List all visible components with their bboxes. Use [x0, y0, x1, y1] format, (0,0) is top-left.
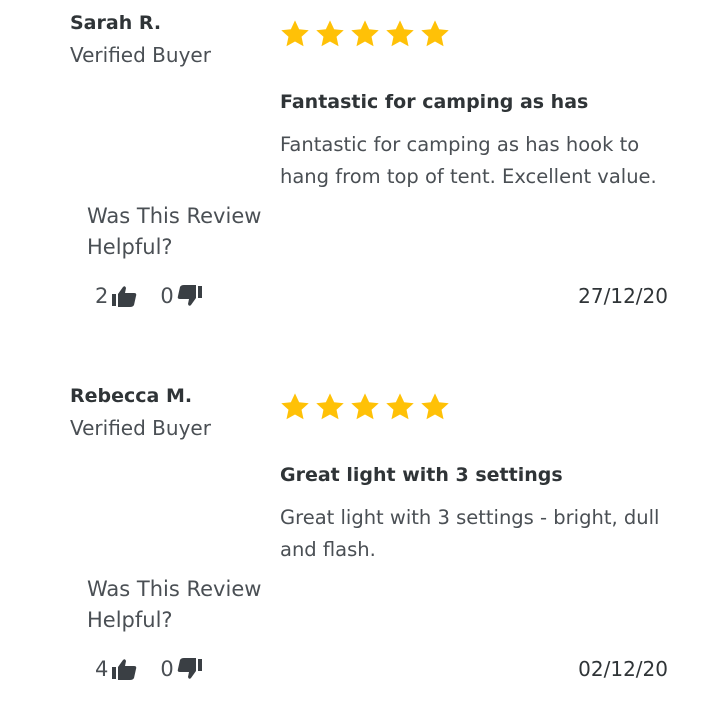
star-icon — [351, 20, 379, 47]
verified-buyer-badge: Verified Buyer — [70, 43, 211, 67]
star-icon — [316, 393, 344, 420]
thumbs-down-icon — [177, 658, 202, 679]
review-title: Great light with 3 settings — [280, 464, 563, 486]
verified-buyer-badge: Verified Buyer — [70, 416, 211, 440]
helpful-prompt: Was This Review Helpful? — [87, 577, 262, 632]
thumbs-up-button[interactable]: 2 — [95, 284, 138, 308]
review-date: 02/12/20 — [578, 657, 668, 681]
review-body: Fantastic for camping as has hook to han… — [280, 133, 657, 188]
review-title: Fantastic for camping as has — [280, 91, 589, 113]
reviewer-name: Rebecca M. — [70, 385, 193, 407]
thumbs-up-icon — [112, 659, 137, 680]
reviewer-name: Sarah R. — [70, 12, 162, 34]
star-rating — [279, 18, 451, 50]
thumbs-up-icon — [112, 286, 137, 307]
helpful-prompt: Was This Review Helpful? — [87, 204, 262, 259]
star-icon — [281, 393, 309, 420]
review-body: Great light with 3 settings - bright, du… — [280, 506, 660, 561]
star-icon — [386, 393, 414, 420]
thumbs-down-count: 0 — [160, 657, 174, 681]
helpful-votes: 4 0 — [95, 657, 204, 681]
star-icon — [351, 393, 379, 420]
thumbs-down-button[interactable]: 0 — [160, 284, 203, 308]
star-icon — [421, 20, 449, 47]
review-card: Rebecca M. Verified Buyer Great light wi… — [0, 373, 724, 713]
helpful-votes: 2 0 — [95, 284, 204, 308]
review-date: 27/12/20 — [578, 284, 668, 308]
thumbs-up-count: 4 — [95, 657, 109, 681]
thumbs-up-count: 2 — [95, 284, 109, 308]
review-card: Sarah R. Verified Buyer Fantastic for ca… — [0, 0, 724, 340]
star-rating — [279, 391, 451, 423]
thumbs-up-button[interactable]: 4 — [95, 657, 138, 681]
star-icon — [316, 20, 344, 47]
star-icon — [281, 20, 309, 47]
star-icon — [386, 20, 414, 47]
thumbs-down-icon — [177, 285, 202, 306]
star-icon — [421, 393, 449, 420]
thumbs-down-count: 0 — [160, 284, 174, 308]
thumbs-down-button[interactable]: 0 — [160, 657, 203, 681]
